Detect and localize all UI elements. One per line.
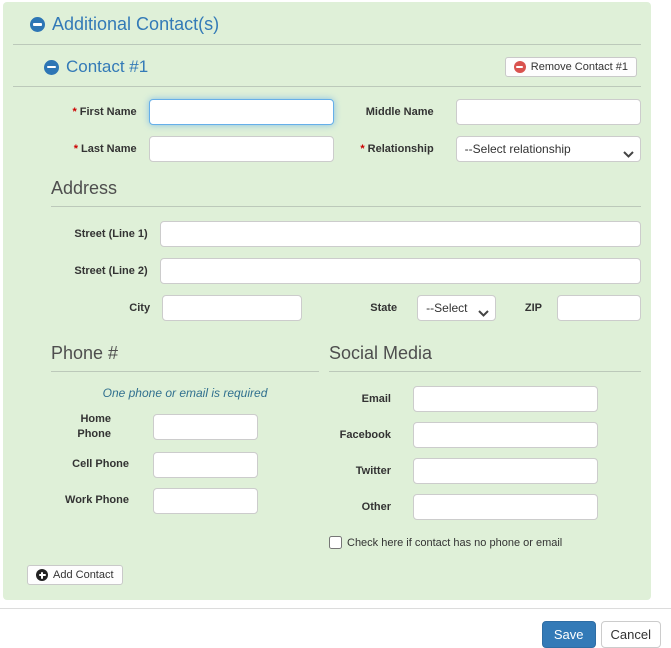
other-input[interactable] — [413, 494, 598, 520]
panel-title: Additional Contact(s) — [52, 14, 219, 35]
last-name-input[interactable] — [149, 136, 334, 162]
cell-phone-row: Cell Phone — [51, 452, 319, 478]
remove-minus-icon — [514, 61, 526, 73]
street2-input[interactable] — [160, 258, 641, 284]
add-contact-button[interactable]: Add Contact — [27, 565, 123, 585]
cell-phone-label: Cell Phone — [51, 457, 129, 472]
phone-social-section: Phone # One phone or email is required H… — [37, 339, 641, 549]
cell-phone-input[interactable] — [153, 452, 258, 478]
last-name-label: *Last Name — [37, 142, 137, 156]
relationship-label: *Relationship — [334, 143, 434, 155]
work-phone-label: Work Phone — [51, 493, 129, 508]
street1-row: Street (Line 1) — [51, 221, 641, 247]
city-input[interactable] — [162, 295, 302, 321]
twitter-input[interactable] — [413, 458, 598, 484]
no-phone-checkbox-row: Check here if contact has no phone or em… — [329, 536, 641, 549]
other-row: Other — [329, 494, 641, 520]
required-marker: * — [72, 106, 76, 118]
email-row: Email — [329, 386, 641, 412]
street1-input[interactable] — [160, 221, 641, 247]
city-label: City — [51, 301, 150, 315]
contact-1-header: Contact #1 Remove Contact #1 — [13, 51, 641, 87]
add-plus-icon — [36, 569, 48, 581]
collapse-minus-icon[interactable] — [44, 60, 59, 75]
middle-name-input[interactable] — [456, 99, 641, 125]
add-contact-label: Add Contact — [53, 569, 114, 581]
email-input[interactable] — [413, 386, 598, 412]
street1-label: Street (Line 1) — [51, 227, 148, 241]
phone-column: Phone # One phone or email is required H… — [51, 339, 319, 549]
work-phone-input[interactable] — [153, 488, 258, 514]
no-phone-checkbox[interactable] — [329, 536, 342, 549]
remove-contact-label: Remove Contact #1 — [531, 61, 628, 73]
state-select[interactable]: --Select — [417, 295, 496, 321]
additional-contacts-header[interactable]: Additional Contact(s) — [13, 10, 641, 45]
address-section: Address Street (Line 1) Street (Line 2) … — [37, 178, 641, 321]
home-phone-row: Home Phone — [51, 412, 319, 442]
name-row-2: *Last Name *Relationship --Select relati… — [37, 136, 641, 162]
street2-row: Street (Line 2) — [51, 258, 641, 284]
remove-contact-button[interactable]: Remove Contact #1 — [505, 57, 637, 77]
facebook-label: Facebook — [329, 429, 391, 441]
required-marker: * — [74, 143, 78, 155]
relationship-select[interactable]: --Select relationship — [456, 136, 641, 162]
zip-label: ZIP — [496, 302, 542, 314]
required-marker: * — [360, 143, 364, 155]
collapse-minus-icon — [30, 17, 45, 32]
phone-heading: Phone # — [51, 343, 319, 372]
city-state-zip-row: City State --Select ZIP — [51, 295, 641, 321]
facebook-row: Facebook — [329, 422, 641, 448]
social-column: Social Media Email Facebook Twitter Othe… — [329, 339, 641, 549]
twitter-row: Twitter — [329, 458, 641, 484]
street2-label: Street (Line 2) — [51, 264, 148, 278]
facebook-input[interactable] — [413, 422, 598, 448]
twitter-label: Twitter — [329, 465, 391, 477]
middle-name-label: Middle Name — [334, 106, 434, 118]
first-name-input[interactable] — [149, 99, 334, 125]
first-name-label: *First Name — [37, 105, 137, 119]
save-button[interactable]: Save — [542, 621, 596, 648]
home-phone-input[interactable] — [153, 414, 258, 440]
work-phone-row: Work Phone — [51, 488, 319, 514]
zip-input[interactable] — [557, 295, 641, 321]
state-label: State — [302, 302, 397, 314]
name-row-1: *First Name Middle Name — [37, 99, 641, 125]
social-media-heading: Social Media — [329, 343, 641, 372]
email-label: Email — [329, 393, 391, 405]
other-label: Other — [329, 501, 391, 513]
additional-contacts-panel: Additional Contact(s) Contact #1 Remove … — [3, 2, 651, 600]
address-heading: Address — [51, 178, 641, 207]
form-footer: Save Cancel — [0, 608, 671, 648]
phone-email-required-hint: One phone or email is required — [51, 386, 319, 400]
home-phone-label: Home Phone — [51, 412, 111, 442]
no-phone-checkbox-label: Check here if contact has no phone or em… — [347, 537, 562, 549]
cancel-button[interactable]: Cancel — [601, 621, 661, 648]
contact-title: Contact #1 — [66, 57, 148, 77]
